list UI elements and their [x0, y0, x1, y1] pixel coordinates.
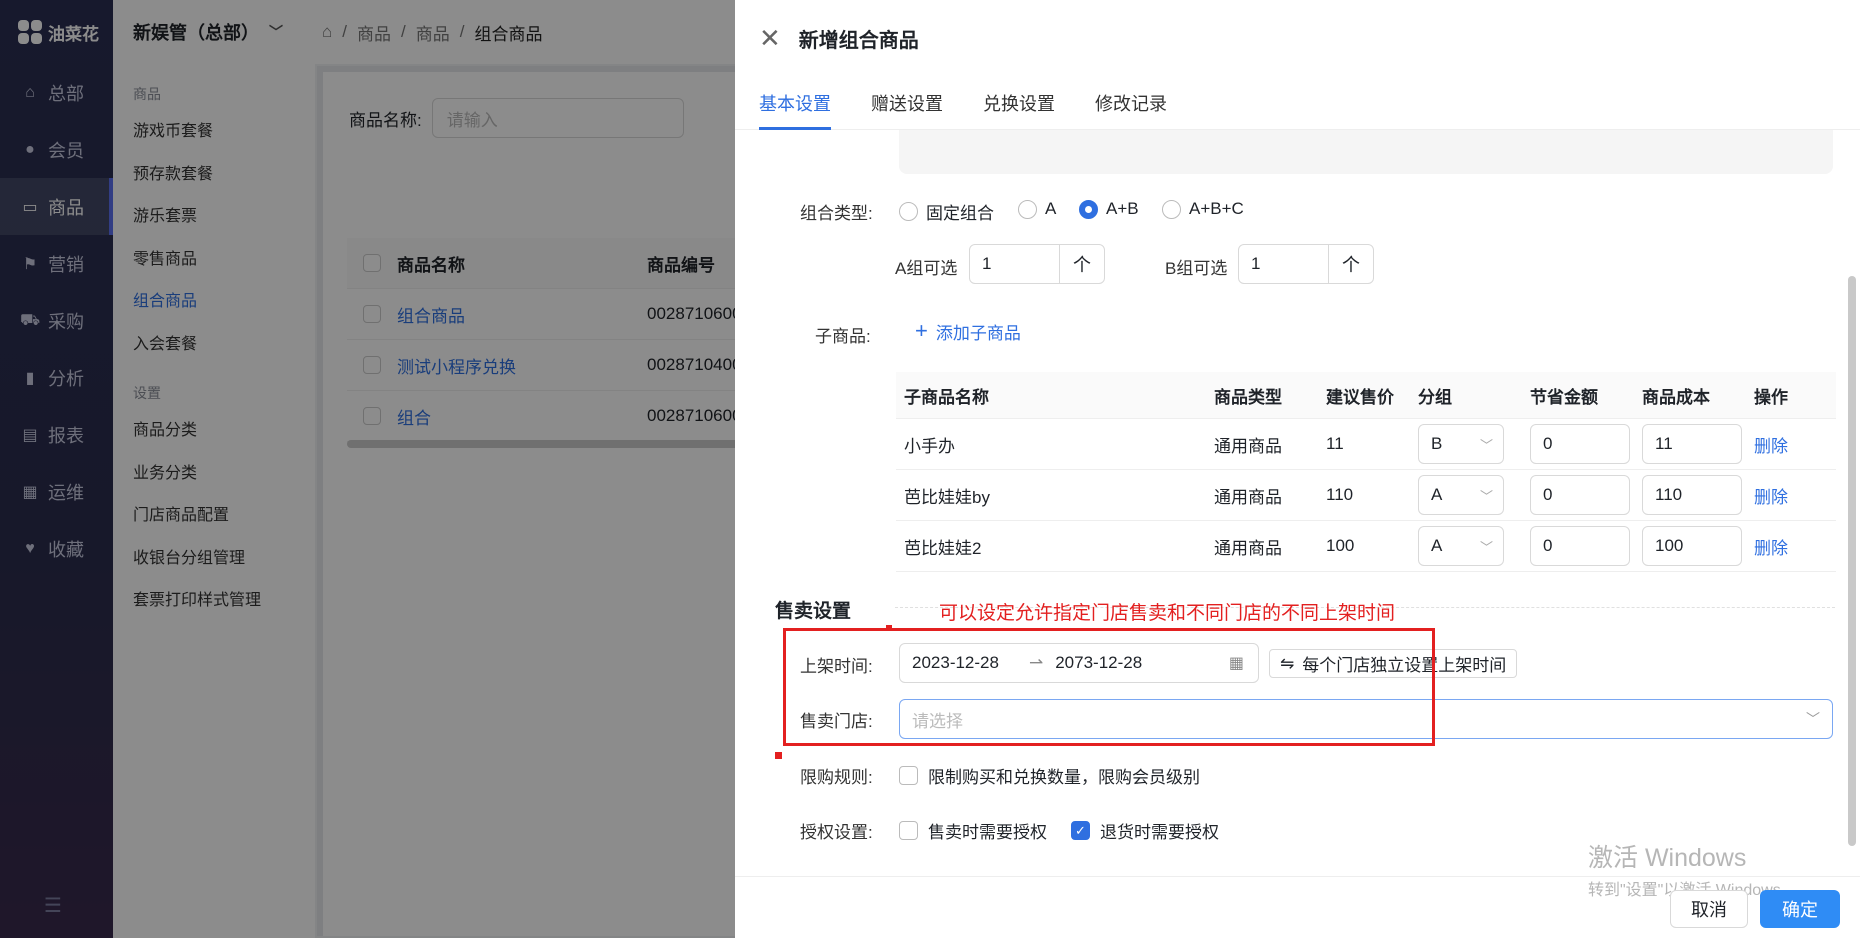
drawer-tabs: 基本设置 赠送设置 兑换设置 修改记录	[735, 76, 1860, 130]
tab-gift[interactable]: 赠送设置	[871, 76, 943, 130]
close-icon[interactable]: ✕	[759, 23, 781, 54]
child-label: 子商品:	[815, 327, 871, 346]
b-group-label: B组可选	[1165, 259, 1228, 278]
save-amount-input[interactable]: 0	[1530, 475, 1630, 515]
child-row: 芭比娃娃2 通用商品 100 A ﹀ 0 100 删除	[896, 521, 1836, 572]
chevron-down-icon: ﹀	[1479, 488, 1493, 504]
confirm-button[interactable]: 确定	[1760, 890, 1840, 928]
group-value: B	[1431, 434, 1443, 453]
radio-a[interactable]: A	[1018, 199, 1056, 219]
child-type: 通用商品	[1214, 436, 1282, 456]
group-cell: A ﹀	[1410, 475, 1522, 515]
limit-label: 限购规则:	[800, 768, 873, 787]
add-combo-drawer: ✕ 新增组合商品 基本设置 赠送设置 兑换设置 修改记录 组合类型: 固定组合 …	[735, 0, 1860, 938]
cost-cell: 110	[1634, 475, 1746, 515]
combo-type-label: 组合类型:	[800, 204, 873, 223]
child-price: 11	[1326, 434, 1344, 453]
cancel-button[interactable]: 取消	[1670, 890, 1748, 928]
chevron-down-icon: ﹀	[1479, 437, 1493, 453]
child-row: 芭比娃娃by 通用商品 110 A ﹀ 0 110 删除	[896, 470, 1836, 521]
child-price: 110	[1326, 485, 1354, 504]
radio-dot	[1018, 199, 1037, 219]
sale-section-title: 售卖设置	[775, 601, 852, 622]
modal-mask[interactable]	[0, 0, 735, 938]
child-name: 芭比娃娃by	[904, 487, 990, 507]
group-select[interactable]: A ﹀	[1418, 475, 1504, 515]
auth-label: 授权设置:	[800, 823, 873, 842]
delete-link[interactable]: 删除	[1746, 534, 1836, 559]
tab-history[interactable]: 修改记录	[1095, 76, 1167, 130]
save-cell: 0	[1522, 475, 1634, 515]
cost-input[interactable]: 11	[1642, 424, 1742, 464]
auth-sell-checkbox[interactable]: 售卖时需要授权	[899, 818, 1047, 843]
group-select[interactable]: B ﹀	[1418, 424, 1504, 464]
unit-label: 个	[1073, 255, 1091, 275]
a-group-stepper[interactable]: 1个	[969, 244, 1105, 284]
chevron-down-icon: ﹀	[1806, 711, 1820, 727]
save-amount-input[interactable]: 0	[1530, 526, 1630, 566]
child-row: 小手办 通用商品 11 B ﹀ 0 11 删除	[896, 419, 1836, 470]
group-value: A	[1431, 536, 1443, 555]
save-cell: 0	[1522, 424, 1634, 464]
limit-checkbox[interactable]: 限制购买和兑换数量，限购会员级别	[899, 763, 1200, 788]
vertical-scrollbar[interactable]	[1848, 276, 1856, 846]
radio-fixed[interactable]: 固定组合	[899, 199, 994, 224]
tab-basic[interactable]: 基本设置	[759, 76, 831, 130]
checkbox-box	[899, 766, 918, 785]
tab-exchange[interactable]: 兑换设置	[983, 76, 1055, 130]
child-table: 子商品名称 商品类型 建议售价 分组 节省金额 商品成本 操作 小手办 通用商品 1…	[896, 372, 1836, 572]
radio-dot	[1162, 199, 1181, 219]
group-cell: B ﹀	[1410, 424, 1522, 464]
save-cell: 0	[1522, 526, 1634, 566]
delete-link[interactable]: 删除	[1746, 432, 1836, 457]
child-table-header: 子商品名称 商品类型 建议售价 分组 节省金额 商品成本 操作	[896, 372, 1836, 419]
save-amount-input[interactable]: 0	[1530, 424, 1630, 464]
delete-link[interactable]: 删除	[1746, 483, 1836, 508]
radio-ab[interactable]: A+B	[1079, 199, 1139, 219]
annotation-text: 可以设定允许指定门店售卖和不同门店的不同上架时间	[939, 602, 1396, 624]
group-cell: A ﹀	[1410, 526, 1522, 566]
child-price: 100	[1326, 536, 1355, 555]
checkbox-checked-icon: ✓	[1071, 821, 1090, 840]
group-select[interactable]: A ﹀	[1418, 526, 1504, 566]
radio-abc[interactable]: A+B+C	[1162, 199, 1244, 219]
child-type: 通用商品	[1214, 538, 1282, 558]
child-type: 通用商品	[1214, 487, 1282, 507]
drawer-title: 新增组合商品	[798, 29, 919, 52]
checkbox-box	[899, 821, 918, 840]
group-value: A	[1431, 485, 1443, 504]
radio-dot	[899, 202, 918, 221]
annotation-mark	[775, 752, 782, 759]
a-group-label: A组可选	[895, 259, 958, 278]
auth-return-checkbox[interactable]: ✓ 退货时需要授权	[1071, 818, 1219, 843]
b-group-stepper[interactable]: 1个	[1238, 244, 1374, 284]
cost-cell: 11	[1634, 424, 1746, 464]
cost-cell: 100	[1634, 526, 1746, 566]
description-area[interactable]	[899, 130, 1833, 174]
add-child-button[interactable]: + 添加子商品	[915, 318, 1021, 344]
unit-label: 个	[1342, 255, 1360, 275]
drawer-header: ✕ 新增组合商品	[735, 0, 1860, 76]
cost-input[interactable]: 100	[1642, 526, 1742, 566]
child-name: 芭比娃娃2	[904, 538, 982, 558]
chevron-down-icon: ﹀	[1479, 539, 1493, 555]
plus-icon: +	[915, 318, 928, 343]
annotation-box	[783, 628, 1435, 746]
radio-dot-selected	[1079, 199, 1098, 219]
cost-input[interactable]: 110	[1642, 475, 1742, 515]
child-name: 小手办	[904, 436, 955, 456]
